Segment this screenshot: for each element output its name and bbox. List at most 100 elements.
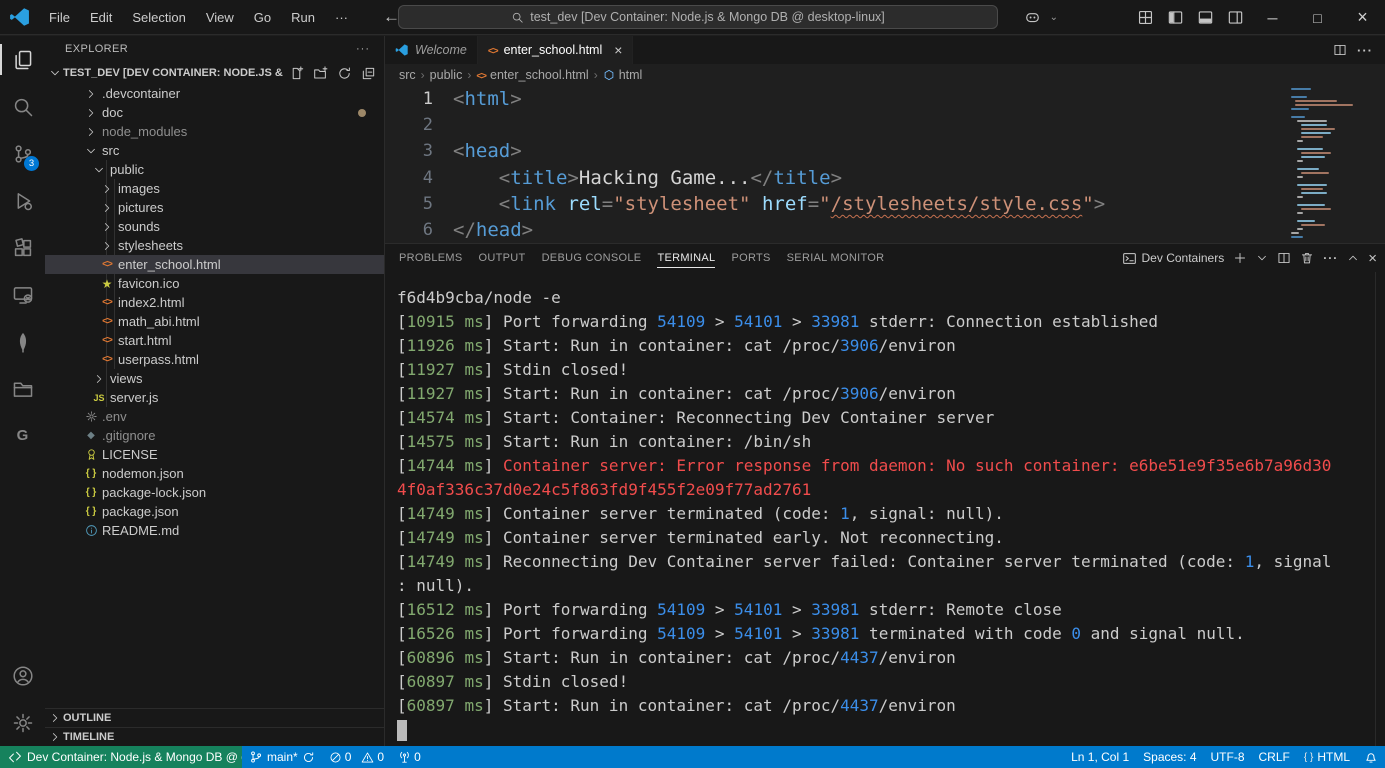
tree-item[interactable]: .devcontainer bbox=[45, 84, 384, 103]
tree-item[interactable]: ◆.gitignore bbox=[45, 426, 384, 445]
split-editor-icon[interactable] bbox=[1333, 43, 1347, 57]
breadcrumb-item[interactable]: html bbox=[603, 68, 643, 82]
maximize-button[interactable]: □ bbox=[1295, 0, 1340, 35]
tree-item[interactable]: views bbox=[45, 369, 384, 388]
activity-item-run-debug[interactable] bbox=[0, 177, 45, 224]
menu-edit[interactable]: Edit bbox=[81, 6, 121, 29]
notifications-bell[interactable] bbox=[1357, 746, 1385, 768]
activity-item-extensions[interactable] bbox=[0, 224, 45, 271]
toggle-panel-icon[interactable] bbox=[1190, 4, 1220, 32]
timeline-section[interactable]: TIMELINE bbox=[45, 727, 384, 746]
tree-item[interactable]: doc bbox=[45, 103, 384, 122]
tree-item[interactable]: images bbox=[45, 179, 384, 198]
new-terminal-icon[interactable] bbox=[1233, 251, 1247, 265]
maximize-panel-icon[interactable] bbox=[1347, 252, 1359, 264]
tree-item[interactable]: LICENSE bbox=[45, 445, 384, 464]
kill-terminal-icon[interactable] bbox=[1300, 251, 1314, 265]
menu-selection[interactable]: Selection bbox=[123, 6, 194, 29]
panel-tab-ports[interactable]: PORTS bbox=[731, 244, 770, 272]
tab-welcome[interactable]: Welcome bbox=[385, 36, 478, 64]
eol-status[interactable]: CRLF bbox=[1252, 746, 1297, 768]
outline-section[interactable]: OUTLINE bbox=[45, 708, 384, 727]
refresh-icon[interactable] bbox=[334, 63, 354, 83]
terminal-dropdown-icon[interactable] bbox=[1256, 252, 1268, 264]
close-window-button[interactable]: × bbox=[1340, 0, 1385, 35]
close-tab-icon[interactable]: × bbox=[614, 42, 622, 58]
terminal-output[interactable]: f6d4b9cba/node -e[10915 ms] Port forward… bbox=[385, 272, 1385, 746]
toggle-sidebar-icon[interactable] bbox=[1160, 4, 1190, 32]
collapse-all-icon[interactable] bbox=[358, 63, 378, 83]
tree-item[interactable]: <>userpass.html bbox=[45, 350, 384, 369]
menu-go[interactable]: Go bbox=[245, 6, 280, 29]
star-file-icon: ★ bbox=[99, 277, 115, 291]
activity-item-search[interactable] bbox=[0, 83, 45, 130]
terminal-selector[interactable]: Dev Containers bbox=[1122, 251, 1225, 266]
activity-item-source-control[interactable]: 3 bbox=[0, 130, 45, 177]
copilot-icon[interactable] bbox=[1018, 4, 1048, 32]
git-branch-status[interactable]: main* bbox=[242, 746, 322, 768]
toggle-secondary-sidebar-icon[interactable] bbox=[1220, 4, 1250, 32]
activity-item-folder-extension[interactable] bbox=[0, 365, 45, 412]
close-panel-icon[interactable]: × bbox=[1368, 250, 1377, 267]
terminal-scrollbar[interactable] bbox=[1375, 272, 1385, 746]
menu-file[interactable]: File bbox=[40, 6, 79, 29]
tree-item[interactable]: { }package-lock.json bbox=[45, 483, 384, 502]
tree-item[interactable]: src bbox=[45, 141, 384, 160]
ports-status[interactable]: 0 bbox=[391, 746, 428, 768]
tree-item[interactable]: <>index2.html bbox=[45, 293, 384, 312]
menu-run[interactable]: Run bbox=[282, 6, 324, 29]
tree-item[interactable]: pictures bbox=[45, 198, 384, 217]
customize-layout-icon[interactable] bbox=[1130, 4, 1160, 32]
file-label: README.md bbox=[102, 523, 179, 538]
tree-item[interactable]: ★favicon.ico bbox=[45, 274, 384, 293]
panel-tab-problems[interactable]: PROBLEMS bbox=[399, 244, 463, 272]
split-terminal-icon[interactable] bbox=[1277, 251, 1291, 265]
tree-item[interactable]: .env bbox=[45, 407, 384, 426]
tab-enter-school-html[interactable]: <>enter_school.html× bbox=[478, 36, 634, 64]
menu-view[interactable]: View bbox=[197, 6, 243, 29]
editor-more-actions-icon[interactable]: ··· bbox=[1357, 43, 1373, 58]
tree-item[interactable]: <>enter_school.html bbox=[45, 255, 384, 274]
panel-tab-terminal[interactable]: TERMINAL bbox=[657, 244, 715, 272]
encoding-status[interactable]: UTF-8 bbox=[1204, 746, 1252, 768]
panel-more-actions-icon[interactable]: ··· bbox=[1323, 251, 1338, 265]
remote-indicator[interactable]: Dev Container: Node.js & Mongo DB @ desk… bbox=[0, 746, 242, 768]
html-icon: <> bbox=[476, 68, 486, 82]
tree-item[interactable]: <>start.html bbox=[45, 331, 384, 350]
panel-tab-output[interactable]: OUTPUT bbox=[479, 244, 526, 272]
new-folder-icon[interactable] bbox=[310, 63, 330, 83]
code-editor[interactable]: 1<html>23<head>4 <title>Hacking Game...<… bbox=[385, 86, 1385, 243]
activity-item-explorer[interactable] bbox=[0, 36, 45, 83]
menu-overflow[interactable]: ··· bbox=[326, 6, 357, 29]
problems-status[interactable]: 0 0 bbox=[322, 746, 391, 768]
tree-item[interactable]: stylesheets bbox=[45, 236, 384, 255]
remote-icon bbox=[8, 750, 22, 764]
activity-item-mongodb[interactable] bbox=[0, 318, 45, 365]
workspace-section-header[interactable]: TEST_DEV [DEV CONTAINER: NODE.JS & MONGO… bbox=[45, 62, 384, 84]
minimize-button[interactable]: ─ bbox=[1250, 0, 1295, 35]
breadcrumb-item[interactable]: public bbox=[430, 68, 463, 82]
tree-item[interactable]: public bbox=[45, 160, 384, 179]
tree-item[interactable]: sounds bbox=[45, 217, 384, 236]
activity-item-remote-explorer[interactable] bbox=[0, 271, 45, 318]
new-file-icon[interactable] bbox=[286, 63, 306, 83]
tree-item[interactable]: { }nodemon.json bbox=[45, 464, 384, 483]
language-mode[interactable]: { }HTML bbox=[1297, 746, 1357, 768]
tree-item[interactable]: { }package.json bbox=[45, 502, 384, 521]
cursor-position[interactable]: Ln 1, Col 1 bbox=[1064, 746, 1136, 768]
activity-item-account[interactable] bbox=[0, 652, 45, 699]
panel-tab-serial-monitor[interactable]: SERIAL MONITOR bbox=[787, 244, 885, 272]
explorer-more-actions-icon[interactable]: ··· bbox=[356, 43, 370, 55]
tree-item[interactable]: node_modules bbox=[45, 122, 384, 141]
activity-item-settings[interactable] bbox=[0, 699, 45, 746]
panel-tab-debug-console[interactable]: DEBUG CONSOLE bbox=[542, 244, 642, 272]
tree-item[interactable]: JSserver.js bbox=[45, 388, 384, 407]
minimap[interactable] bbox=[1291, 88, 1371, 243]
breadcrumb-item[interactable]: src bbox=[399, 68, 416, 82]
breadcrumb-item[interactable]: <>enter_school.html bbox=[476, 68, 588, 82]
activity-item-gitlens[interactable]: G bbox=[0, 412, 45, 459]
tree-item[interactable]: <>math_abi.html bbox=[45, 312, 384, 331]
tree-item[interactable]: README.md bbox=[45, 521, 384, 540]
indentation-status[interactable]: Spaces: 4 bbox=[1136, 746, 1203, 768]
command-center[interactable]: test_dev [Dev Container: Node.js & Mongo… bbox=[398, 5, 998, 29]
